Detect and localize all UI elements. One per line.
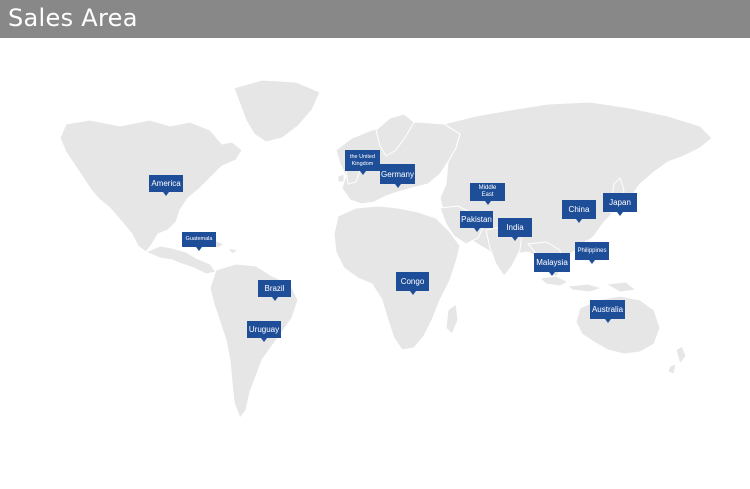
marker-australia-label: Australia (591, 305, 624, 314)
marker-malaysia-label: Malaysia (536, 258, 568, 267)
marker-america-label: America (151, 179, 181, 188)
new-zealand-landmass (667, 345, 687, 375)
marker-guatemala-label: Guatemala (185, 236, 213, 243)
asia-landmass (439, 101, 713, 261)
marker-united-kingdom[interactable]: the United Kingdom (345, 150, 380, 175)
marker-united-kingdom-label: the United Kingdom (349, 154, 376, 167)
marker-japan-label: Japan (609, 198, 631, 207)
marker-germany-label: Germany (381, 169, 414, 179)
header-bar: Sales Area (0, 0, 750, 38)
marker-uruguay[interactable]: Uruguay (247, 321, 281, 342)
marker-brazil-label: Brazil (264, 284, 285, 293)
marker-congo-label: Congo (400, 277, 425, 286)
madagascar-landmass (445, 303, 459, 335)
marker-india[interactable]: India (498, 218, 532, 241)
marker-malaysia[interactable]: Malaysia (534, 253, 570, 276)
marker-congo[interactable]: Congo (396, 272, 429, 295)
marker-guatemala[interactable]: Guatemala (182, 232, 216, 251)
marker-japan[interactable]: Japan (603, 193, 637, 216)
page-title: Sales Area (8, 4, 138, 32)
marker-pakistan[interactable]: Pakistan (460, 211, 493, 232)
marker-brazil[interactable]: Brazil (258, 280, 291, 301)
marker-pakistan-label: Pakistan (461, 215, 492, 224)
marker-america[interactable]: America (149, 175, 183, 196)
marker-philippines[interactable]: Philippines (575, 242, 609, 264)
marker-uruguay-label: Uruguay (248, 325, 280, 334)
marker-middle-east-label: Middle East (478, 185, 497, 198)
marker-middle-east[interactable]: Middle East (470, 183, 505, 205)
marker-australia[interactable]: Australia (590, 300, 625, 323)
marker-india-label: India (506, 223, 524, 232)
marker-germany[interactable]: Germany (380, 164, 415, 188)
continents (59, 79, 713, 420)
marker-china-label: China (568, 205, 590, 214)
marker-philippines-label: Philippines (577, 247, 607, 254)
central-america-landmass (144, 245, 217, 275)
indonesia-landmass (538, 275, 638, 293)
greenland-landmass (233, 79, 321, 143)
world-map (59, 79, 713, 420)
marker-china[interactable]: China (562, 200, 596, 223)
